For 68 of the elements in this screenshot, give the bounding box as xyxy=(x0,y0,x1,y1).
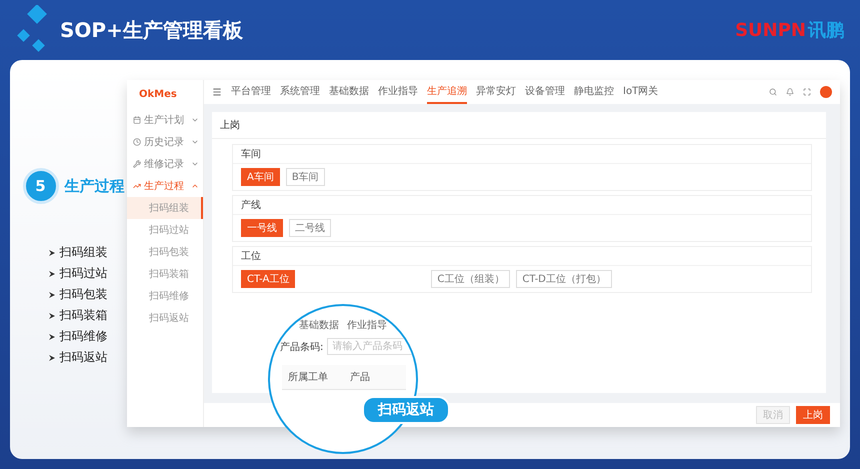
fullscreen-icon[interactable] xyxy=(803,88,811,96)
menu-item-icon xyxy=(133,182,141,190)
feature-item: 扫码过站 xyxy=(60,265,108,282)
nav-tab[interactable]: 生产追溯 xyxy=(427,80,467,104)
sidebar-subitem[interactable]: 扫码包装 xyxy=(127,241,203,263)
page-title: 上岗 xyxy=(212,112,826,139)
sidebar-subitem[interactable]: 扫码过站 xyxy=(127,219,203,241)
feature-item: 扫码组装 xyxy=(60,244,108,261)
feature-item: 扫码维修 xyxy=(60,328,108,345)
step-number: 5 xyxy=(22,168,58,204)
sidebar-item[interactable]: 生产过程 xyxy=(127,175,203,197)
chevron-icon xyxy=(191,138,199,146)
menu-item-icon xyxy=(133,116,141,124)
search-icon[interactable] xyxy=(769,88,777,96)
field-label: 产品条码: xyxy=(280,340,324,354)
option-button[interactable]: 二号线 xyxy=(289,219,331,237)
nav-tab[interactable]: IoT网关 xyxy=(623,80,658,104)
feature-item: 扫码装箱 xyxy=(60,307,108,324)
sidebar-subitem[interactable]: 扫码组装 xyxy=(127,197,203,219)
sidebar-subitem[interactable]: 扫码装箱 xyxy=(127,263,203,285)
menu-icon[interactable] xyxy=(212,87,222,97)
chevron-icon xyxy=(191,116,199,124)
arrow-icon xyxy=(48,248,56,256)
nav-tab[interactable]: 设备管理 xyxy=(525,80,565,104)
slide-title: SOP+生产管理看板 xyxy=(60,16,244,44)
barcode-input[interactable]: 请输入产品条码 xyxy=(327,338,414,355)
sidebar-item[interactable]: 维修记录 xyxy=(127,153,203,175)
feature-item: 扫码返站 xyxy=(60,349,108,366)
step-label: 生产过程 xyxy=(64,176,124,196)
nav-tab[interactable]: 作业指导 xyxy=(378,80,418,104)
chevron-icon xyxy=(191,182,199,190)
sidebar-item[interactable]: 生产计划 xyxy=(127,109,203,131)
option-button[interactable]: B车间 xyxy=(286,168,325,186)
bell-icon[interactable] xyxy=(786,88,794,96)
confirm-button[interactable]: 上岗 xyxy=(796,406,830,424)
arrow-icon xyxy=(48,270,56,278)
option-button[interactable]: A车间 xyxy=(241,168,280,186)
option-button[interactable]: 一号线 xyxy=(241,219,283,237)
group-title: 车间 xyxy=(233,145,811,164)
nav-tab[interactable]: 异常安灯 xyxy=(476,80,516,104)
brand-logo: SUNPN讯鹏 xyxy=(735,19,844,42)
nav-tab[interactable]: 静电监控 xyxy=(574,80,614,104)
nav-tab[interactable]: 平台管理 xyxy=(231,80,271,104)
menu-item-icon xyxy=(133,160,141,168)
feature-item: 扫码包装 xyxy=(60,286,108,303)
arrow-icon xyxy=(48,332,56,340)
sidebar-subitem[interactable]: 扫码返站 xyxy=(127,307,203,329)
column-header: 产品 xyxy=(349,370,371,385)
arrow-icon xyxy=(48,312,56,320)
magnifier-caption: 扫码返站 xyxy=(362,396,450,424)
option-button[interactable]: CT-A工位 xyxy=(241,270,296,288)
arrow-icon xyxy=(48,354,56,362)
app-brand: OkMes xyxy=(138,88,178,102)
option-button[interactable]: C工位（组装） xyxy=(431,270,510,288)
nav-tab[interactable]: 系统管理 xyxy=(280,80,320,104)
nav-tab[interactable]: 作业指导 xyxy=(347,318,387,332)
nav-tab[interactable]: 基础数据 xyxy=(329,80,369,104)
group-title: 产线 xyxy=(233,196,811,215)
sidebar-item[interactable]: 历史记录 xyxy=(127,131,203,153)
group-title: 工位 xyxy=(233,247,811,266)
sidebar-subitem[interactable]: 扫码维修 xyxy=(127,285,203,307)
arrow-icon xyxy=(48,290,56,298)
chevron-icon xyxy=(191,160,199,168)
option-button[interactable]: CT-D工位（打包） xyxy=(516,270,612,288)
menu-item-icon xyxy=(133,138,141,146)
nav-tab[interactable]: 基础数据 xyxy=(299,318,339,332)
column-header: 所属工单 xyxy=(287,370,329,385)
user-avatar[interactable] xyxy=(820,86,832,98)
